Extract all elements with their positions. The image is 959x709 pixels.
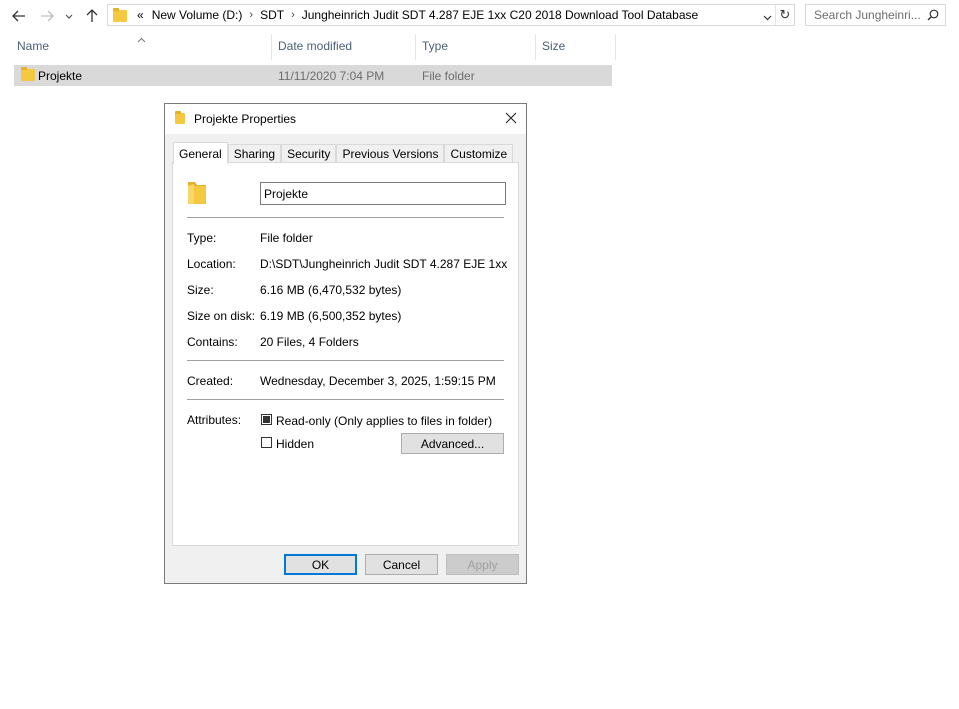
refresh-icon[interactable]: ↻ (775, 5, 794, 25)
type-label: Type: (187, 231, 217, 245)
contains-value: 20 Files, 4 Folders (260, 335, 359, 349)
divider (187, 360, 504, 361)
file-type: File folder (422, 69, 475, 83)
search-icon[interactable] (927, 9, 939, 24)
address-dropdown-icon[interactable] (763, 10, 772, 24)
properties-dialog: Projekte Properties General Sharing Secu… (164, 103, 527, 584)
size-value: 6.16 MB (6,470,532 bytes) (260, 283, 402, 297)
folder-icon (186, 180, 208, 209)
hidden-label[interactable]: Hidden (276, 437, 314, 451)
breadcrumb-current[interactable]: Jungheinrich Judit SDT 4.287 EJE 1xx C20… (302, 8, 698, 22)
divider (187, 217, 504, 218)
location-value: D:\SDT\Jungheinrich Judit SDT 4.287 EJE … (260, 257, 508, 271)
search-input[interactable]: Search Jungheinri... (814, 8, 921, 22)
advanced-button[interactable]: Advanced... (401, 433, 504, 454)
tab-previous-versions[interactable]: Previous Versions (336, 144, 445, 163)
readonly-checkbox[interactable] (261, 414, 272, 425)
breadcrumb-separator-icon: › (249, 9, 254, 21)
dialog-titlebar[interactable]: Projekte Properties (165, 104, 526, 134)
address-bar[interactable]: « New Volume (D:) › SDT › Jungheinrich J… (107, 4, 795, 26)
column-divider[interactable] (615, 34, 616, 60)
attributes-label: Attributes: (187, 413, 242, 427)
file-date-modified: 11/11/2020 7:04 PM (278, 69, 385, 83)
cancel-button[interactable]: Cancel (365, 554, 438, 575)
general-panel: Projekte Type: File folder Location: D:\… (172, 162, 519, 546)
location-label: Location: (187, 257, 236, 271)
size-label: Size: (187, 283, 214, 297)
contains-label: Contains: (187, 335, 238, 349)
ok-button[interactable]: OK (284, 554, 357, 575)
recent-locations-chevron-icon[interactable] (62, 6, 76, 26)
type-value: File folder (260, 231, 313, 245)
folder-name-value[interactable]: Projekte (264, 187, 308, 201)
column-header-type[interactable]: Type (422, 39, 448, 53)
address-overflow[interactable]: « (137, 8, 144, 22)
created-label: Created: (187, 374, 234, 388)
breadcrumb-separator-icon: › (291, 9, 295, 21)
tab-general[interactable]: General (173, 142, 228, 164)
up-arrow-icon[interactable] (82, 6, 102, 26)
tab-strip: General Sharing Security Previous Versio… (173, 142, 514, 164)
breadcrumb-drive[interactable]: New Volume (D:) (152, 8, 243, 22)
close-icon[interactable] (505, 112, 517, 127)
folder-icon (21, 67, 35, 81)
apply-button[interactable]: Apply (446, 554, 519, 575)
readonly-label[interactable]: Read-only (Only applies to files in fold… (276, 414, 492, 428)
column-divider[interactable] (535, 34, 536, 60)
size-on-disk-value: 6.19 MB (6,500,352 bytes) (260, 309, 402, 323)
folder-icon (113, 8, 127, 22)
sort-ascending-icon (137, 32, 146, 46)
tab-security[interactable]: Security (281, 144, 337, 163)
size-on-disk-label: Size on disk: (187, 309, 256, 323)
column-header-size[interactable]: Size (542, 39, 565, 53)
tab-customize[interactable]: Customize (444, 144, 514, 163)
divider (187, 399, 504, 400)
search-box[interactable]: Search Jungheinri... (805, 4, 946, 26)
column-divider[interactable] (271, 34, 272, 60)
hidden-checkbox[interactable] (261, 437, 272, 448)
file-name[interactable]: Projekte (38, 69, 82, 83)
tab-sharing[interactable]: Sharing (227, 144, 282, 163)
column-header-name[interactable]: Name (17, 39, 49, 53)
column-divider[interactable] (415, 34, 416, 60)
forward-arrow-icon[interactable] (37, 6, 57, 26)
created-value: Wednesday, December 3, 2025, 1:59:15 PM (260, 374, 496, 388)
breadcrumb-sdt[interactable]: SDT (260, 8, 284, 22)
folder-icon (175, 111, 185, 124)
back-arrow-icon[interactable] (9, 6, 29, 26)
dialog-title: Projekte Properties (194, 112, 297, 126)
folder-name-field[interactable]: Projekte (260, 182, 506, 205)
column-header-date-modified[interactable]: Date modified (278, 39, 352, 53)
